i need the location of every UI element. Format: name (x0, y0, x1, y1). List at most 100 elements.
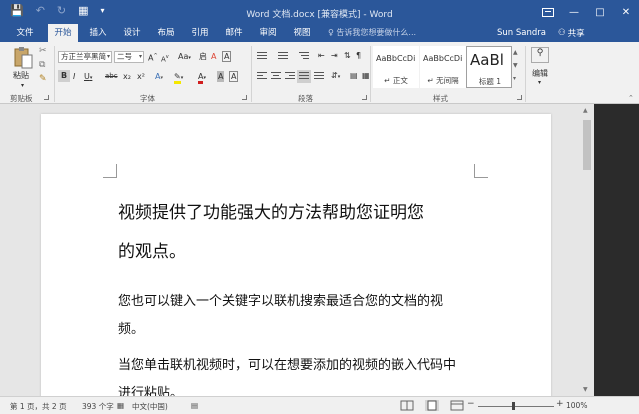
text-effects-button[interactable]: A▾ (155, 71, 163, 84)
bold-button[interactable]: B (58, 70, 70, 82)
align-center-icon[interactable] (271, 72, 281, 81)
phonetic-guide-button[interactable]: 启 (199, 51, 207, 62)
subscript-button[interactable]: x₂ (123, 71, 131, 82)
scroll-thumb[interactable] (583, 120, 591, 170)
styles-launcher-icon[interactable] (517, 95, 522, 100)
style-heading-1[interactable]: AaBl 标题 1 (466, 46, 512, 88)
maximize-button[interactable]: □ (587, 0, 613, 24)
tab-references[interactable]: 引用 (186, 24, 214, 42)
ribbon-display-options-button[interactable] (535, 0, 561, 24)
superscript-label: x² (137, 72, 145, 81)
strikethrough-button[interactable]: abc (105, 71, 118, 82)
paragraph-2-line-2[interactable]: 进行粘贴。 (118, 382, 183, 396)
copy-icon[interactable]: ⧉ (39, 60, 45, 71)
font-group-label: 字体 (140, 94, 155, 103)
zoom-slider-thumb[interactable] (512, 402, 515, 410)
paste-dropdown-icon[interactable]: ▾ (21, 80, 24, 91)
zoom-slider[interactable] (478, 406, 554, 407)
superscript-button[interactable]: x² (137, 71, 145, 82)
increase-indent-icon[interactable]: ⇥ (331, 50, 338, 61)
justify-icon[interactable] (297, 70, 311, 83)
shading-icon[interactable]: ▤ (350, 70, 358, 81)
numbering-icon[interactable] (278, 52, 288, 61)
tab-review[interactable]: 审阅 (254, 24, 282, 42)
paste-icon[interactable] (12, 46, 34, 70)
font-color-button[interactable]: A▾ (198, 71, 206, 84)
char-shading-label: A (218, 72, 224, 81)
vertical-scrollbar[interactable]: ▲ ▼ (580, 104, 594, 396)
zoom-level[interactable]: 100% (566, 401, 587, 410)
person-icon: ⚇ (558, 28, 566, 38)
decrease-indent-icon[interactable]: ⇤ (318, 50, 325, 61)
clear-formatting-button[interactable]: A (211, 51, 216, 62)
language-indicator[interactable]: 中文(中国) (132, 401, 168, 412)
style-no-spacing[interactable]: AaBbCcDi ↵ 无间隔 (420, 46, 466, 88)
align-left-icon[interactable] (257, 72, 267, 81)
proofing-icon[interactable]: ▦ (117, 401, 124, 410)
format-painter-icon[interactable]: ✎ (39, 74, 47, 85)
highlight-button[interactable]: ✎▾ (174, 71, 183, 84)
share-button[interactable]: ⚇ 共享 (558, 27, 585, 39)
clear-formatting-label: A (211, 52, 217, 61)
tab-layout[interactable]: 布局 (152, 24, 180, 42)
tab-home[interactable]: 开始 (48, 24, 78, 42)
read-mode-icon[interactable] (400, 400, 414, 411)
paragraph-1-line-2[interactable]: 频。 (118, 318, 144, 337)
group-divider (54, 46, 55, 102)
italic-button[interactable]: I (73, 71, 75, 82)
tab-design[interactable]: 设计 (118, 24, 146, 42)
styles-scroll-buttons[interactable]: ▲ ▼ ▾ (513, 46, 518, 85)
document-page[interactable]: 视频提供了功能强大的方法帮助您证明您 的观点。 您也可以键入一个关键字以联机搜索… (41, 114, 551, 396)
distributed-icon[interactable] (314, 72, 324, 81)
search-icon[interactable]: ⚲ (531, 47, 549, 63)
macro-record-icon[interactable]: ▤ (191, 401, 198, 410)
shrink-font-button[interactable]: Av (161, 52, 169, 65)
borders-icon[interactable]: ▦ (362, 70, 370, 81)
enclose-char-button[interactable]: A (222, 51, 232, 62)
style-heading-1-name: 标题 1 (478, 77, 502, 86)
heading-line-2[interactable]: 的观点。 (118, 237, 186, 262)
word-count[interactable]: 393 个字 (82, 401, 114, 412)
print-layout-icon[interactable] (425, 400, 439, 411)
char-border-button[interactable]: A (229, 71, 239, 82)
grow-font-button[interactable]: A^ (148, 51, 158, 64)
clipboard-launcher-icon[interactable] (44, 95, 49, 100)
style-normal[interactable]: AaBbCcDi ↵ 正文 (373, 46, 419, 88)
cut-icon[interactable]: ✂ (39, 46, 47, 57)
align-right-icon[interactable] (285, 72, 295, 81)
char-shading-button[interactable]: A (217, 71, 225, 82)
share-label: 共享 (567, 29, 585, 39)
heading-line-1[interactable]: 视频提供了功能强大的方法帮助您证明您 (118, 198, 424, 223)
tab-mailings[interactable]: 邮件 (220, 24, 248, 42)
show-marks-icon[interactable]: ¶ (356, 50, 361, 61)
paragraph-2-line-1[interactable]: 当您单击联机视频时，可以在想要添加的视频的嵌入代码中 (118, 354, 456, 373)
editing-dropdown-icon[interactable]: ▾ (538, 77, 541, 88)
font-launcher-icon[interactable] (242, 95, 247, 100)
change-case-button[interactable]: Aa▾ (178, 51, 191, 64)
group-divider (251, 46, 252, 102)
tell-me-box[interactable]: ♀ 告诉我您想要做什么... (328, 27, 416, 38)
scroll-down-icon[interactable]: ▼ (583, 386, 588, 393)
sort-icon[interactable]: ⇅ (344, 50, 351, 61)
user-name[interactable]: Sun Sandra (497, 28, 546, 38)
font-name-box[interactable]: 方正兰亭黑简 ▾ (58, 51, 112, 63)
font-name-value: 方正兰亭黑简 (61, 52, 106, 61)
minimize-button[interactable]: — (561, 0, 587, 24)
zoom-out-button[interactable]: − (467, 399, 475, 409)
collapse-ribbon-icon[interactable]: ⌃ (628, 93, 634, 104)
zoom-in-button[interactable]: + (556, 399, 564, 409)
multilevel-list-icon[interactable] (299, 52, 309, 61)
font-size-box[interactable]: 二号 ▾ (114, 51, 144, 63)
close-button[interactable]: ✕ (613, 0, 639, 24)
tab-view[interactable]: 视图 (288, 24, 316, 42)
page-count[interactable]: 第 1 页，共 2 页 (10, 401, 67, 412)
paragraph-1-line-1[interactable]: 您也可以键入一个关键字以联机搜索最适合您的文档的视 (118, 290, 443, 309)
tab-insert[interactable]: 插入 (84, 24, 112, 42)
line-spacing-icon[interactable]: ⇵▾ (331, 70, 340, 83)
underline-button[interactable]: U▾ (84, 71, 92, 84)
bullets-icon[interactable] (257, 52, 267, 61)
scroll-up-icon[interactable]: ▲ (583, 107, 588, 114)
tab-file[interactable]: 文件 (10, 24, 40, 42)
web-layout-icon[interactable] (450, 400, 464, 411)
paragraph-launcher-icon[interactable] (362, 95, 367, 100)
